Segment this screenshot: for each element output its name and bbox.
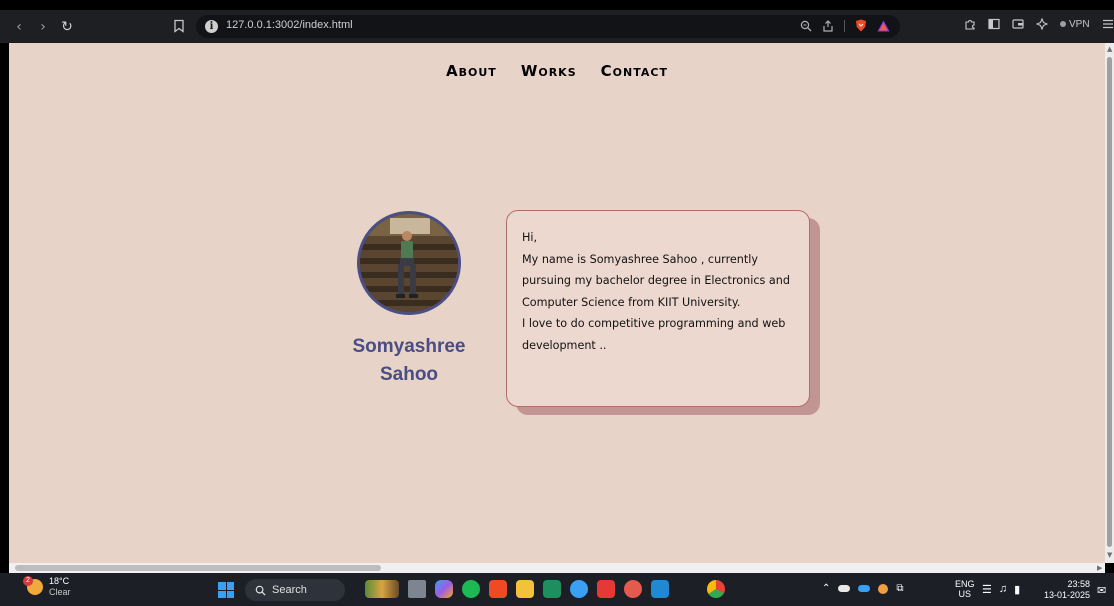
app-icon-2[interactable] xyxy=(624,580,642,598)
file-explorer-icon[interactable] xyxy=(516,580,534,598)
scroll-down-icon[interactable]: ▼ xyxy=(1107,551,1112,559)
zoom-icon[interactable] xyxy=(800,20,812,32)
clock[interactable]: 23:58 13-01-2025 xyxy=(1040,579,1090,601)
site-info-icon[interactable]: i xyxy=(205,20,218,33)
profile-name-first: Somyashree xyxy=(352,336,466,357)
profile-photo xyxy=(357,211,461,315)
onedrive-icon[interactable] xyxy=(858,585,871,592)
wallet-icon[interactable] xyxy=(1012,18,1024,30)
wifi-icon: ☰ xyxy=(982,584,992,596)
taskbar-apps xyxy=(365,580,725,598)
nav-contact-link[interactable]: Contact xyxy=(601,62,668,80)
page-viewport: About Works Contact Somyashree Sahoo Hi, xyxy=(9,43,1105,563)
clock-date: 13-01-2025 xyxy=(1043,590,1090,600)
clock-time: 23:58 xyxy=(1067,579,1090,589)
system-tray: ⌃ ⧉ xyxy=(822,583,904,594)
copilot-icon[interactable] xyxy=(435,580,453,598)
system-icons[interactable]: ☰ ♫ ▮ xyxy=(982,583,1020,596)
vpn-status-icon xyxy=(1060,21,1066,27)
tray-app-icon[interactable] xyxy=(878,583,889,594)
nav-about-link[interactable]: About xyxy=(446,62,497,80)
address-bar-actions xyxy=(800,19,890,32)
horizontal-scrollbar[interactable]: ▶ xyxy=(9,563,1105,573)
brave-shields-icon[interactable] xyxy=(855,19,867,32)
bio-greeting: Hi, xyxy=(522,231,538,244)
menu-icon[interactable] xyxy=(1102,18,1114,30)
battery-icon: ▮ xyxy=(1014,584,1021,596)
weather-temp: 18°C xyxy=(49,576,70,586)
cloud-icon[interactable] xyxy=(838,585,851,592)
taskbar-search[interactable]: Search xyxy=(245,579,345,601)
vertical-scroll-thumb[interactable] xyxy=(1107,57,1112,547)
bio-intro: My name is Somyashree Sahoo , currently … xyxy=(522,252,790,309)
toolbar-right-icons: VPN xyxy=(964,18,1114,30)
brave-icon[interactable] xyxy=(489,580,507,598)
back-icon[interactable]: ‹ xyxy=(12,10,26,43)
search-icon xyxy=(255,585,266,596)
address-bar[interactable]: i 127.0.0.1:3002/index.html xyxy=(196,15,900,38)
app-icon[interactable] xyxy=(570,580,588,598)
weather-widget[interactable]: 2 18°C Clear xyxy=(23,576,71,598)
vertical-scrollbar[interactable]: ▲ ▼ xyxy=(1105,43,1114,563)
spotify-icon[interactable] xyxy=(462,580,480,598)
task-view-icon[interactable] xyxy=(408,580,426,598)
weather-condition: Clear xyxy=(49,587,71,597)
separator xyxy=(844,19,845,32)
youtube-icon[interactable] xyxy=(597,580,615,598)
bio-interests: I love to do competitive programming and… xyxy=(522,317,786,352)
vpn-label: VPN xyxy=(1069,18,1090,30)
notification-icon[interactable]: ✉ xyxy=(1097,584,1106,597)
tray-app-icon-2[interactable]: ⧉ xyxy=(896,583,903,594)
language-indicator[interactable]: ENG US xyxy=(955,579,975,599)
taskbar: 2 18°C Clear Search ⌃ ⧉ ENG US ☰ ♫ ▮ 23:… xyxy=(0,573,1114,606)
nav-works-link[interactable]: Works xyxy=(521,62,577,80)
scroll-up-icon[interactable]: ▲ xyxy=(1107,45,1112,53)
profile-name: Somyashree Sahoo xyxy=(334,333,484,389)
reload-icon[interactable]: ↻ xyxy=(58,10,76,43)
tray-chevron-icon[interactable]: ⌃ xyxy=(822,583,830,594)
browser-toolbar: ‹ › ↻ i 127.0.0.1:3002/index.html VPN xyxy=(0,10,1114,43)
classroom-icon[interactable] xyxy=(543,580,561,598)
bio-card: Hi, My name is Somyashree Sahoo , curren… xyxy=(506,210,810,407)
profile-photo-image xyxy=(360,214,458,312)
vpn-button[interactable]: VPN xyxy=(1060,19,1090,30)
search-label: Search xyxy=(272,584,307,596)
lang-top: ENG xyxy=(955,579,975,589)
windows-start-icon[interactable] xyxy=(218,582,234,598)
url-text: 127.0.0.1:3002/index.html xyxy=(226,19,353,31)
extensions-icon[interactable] xyxy=(964,18,976,30)
scroll-right-icon[interactable]: ▶ xyxy=(1097,564,1102,572)
forward-icon[interactable]: › xyxy=(36,10,50,43)
horizontal-scroll-thumb[interactable] xyxy=(15,565,381,571)
leo-ai-icon[interactable] xyxy=(1036,18,1048,30)
brave-rewards-icon[interactable] xyxy=(877,20,890,32)
weather-badge: 2 xyxy=(23,576,33,586)
bookmark-icon[interactable] xyxy=(172,19,186,33)
weather-sun-icon: 2 xyxy=(23,576,43,595)
chrome-icon[interactable] xyxy=(707,580,725,598)
widgets-icon[interactable] xyxy=(365,580,399,598)
volume-icon: ♫ xyxy=(998,583,1008,595)
main-nav: About Works Contact xyxy=(9,62,1105,80)
vscode-icon[interactable] xyxy=(651,580,669,598)
window-top-edge xyxy=(0,0,1114,10)
lang-bottom: US xyxy=(958,589,972,599)
sidebar-icon[interactable] xyxy=(988,18,1000,30)
profile-name-last: Sahoo xyxy=(379,364,439,385)
share-icon[interactable] xyxy=(822,19,834,32)
